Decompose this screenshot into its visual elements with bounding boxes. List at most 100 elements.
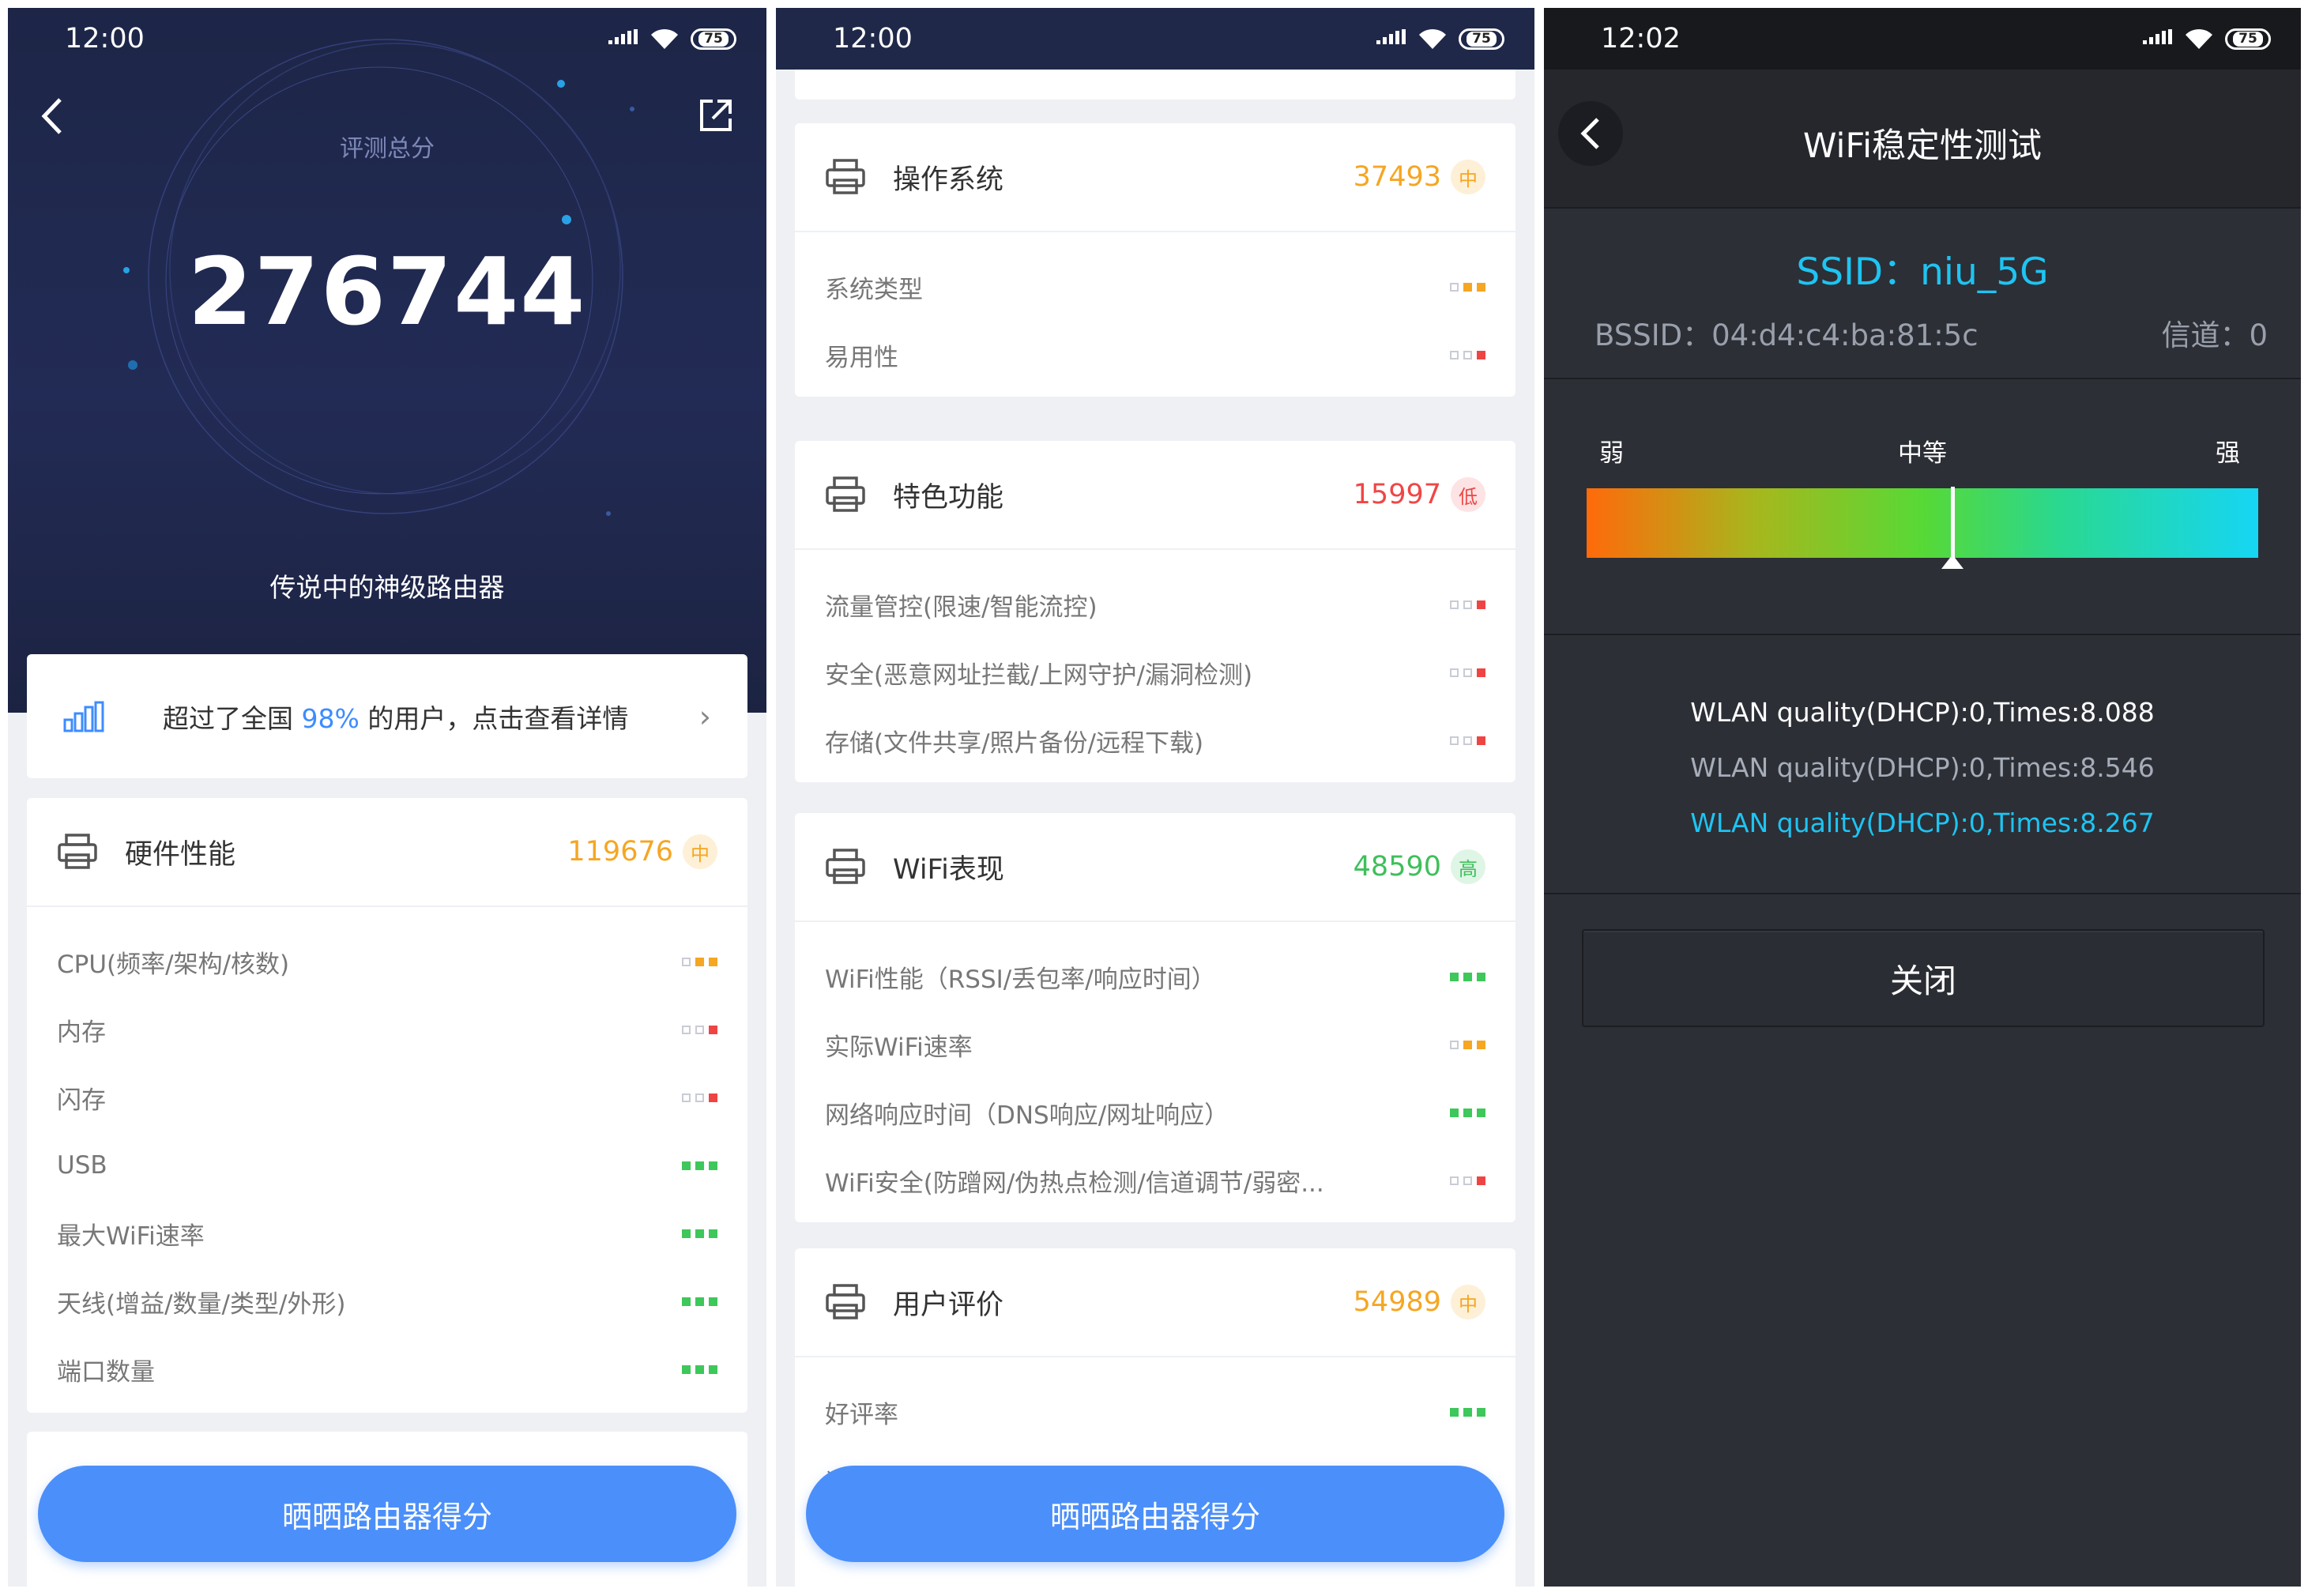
rating-dot [1450,1407,1459,1417]
rating-dots-icon [1450,1407,1485,1417]
list-item[interactable]: 内存 [27,996,747,1063]
rating-dot [1463,1108,1472,1117]
list-item-label: USB [57,1151,107,1180]
list-item-label: 安全(恶意网址拦截/上网守护/漏洞检测) [825,661,1253,690]
rating-dot [682,1161,691,1170]
rating-dot [1463,668,1472,677]
rating-dot [682,1365,691,1374]
rating-dot [1450,1108,1459,1117]
score-title: 传说中的神级路由器 [269,572,505,603]
rating-dots-icon [1450,350,1485,359]
rating-dot [709,1229,717,1238]
rating-dot [1477,668,1485,677]
list-item[interactable]: 网络响应时间（DNS响应/网址响应） [795,1078,1515,1146]
rating-dots-icon [682,1025,717,1034]
rating-dot [1463,736,1472,745]
rating-dots-icon [1450,600,1485,609]
rating-dot [682,1025,691,1034]
battery-icon: 75 [691,28,736,50]
list-item[interactable]: 流量管控(限速/智能流控) [795,570,1515,638]
close-button[interactable]: 关闭 [1582,929,2265,1027]
score-hero: 12:00 75 评测总分 276744 传说中的神级路由器 [8,8,766,713]
rating-dots-icon [682,957,717,966]
signal-icon [1376,29,1406,44]
level-badge: 低 [1451,477,1485,512]
rating-dot [682,1297,691,1306]
previous-card-edge [795,70,1515,100]
router-icon [826,849,865,884]
signal-marker [1951,487,1955,563]
compare-card[interactable]: 超过了全国 98% 的用户，点击查看详情 › [27,654,747,778]
status-time: 12:00 [833,23,913,55]
signal-gauge [1587,487,2258,569]
section-rows: 流量管控(限速/智能流控) 安全(恶意网址拦截/上网守护/漏洞检测) 存储(文件共享… [795,550,1515,774]
list-item[interactable]: 存储(文件共享/照片备份/远程下载) [795,706,1515,774]
rating-dots-icon [1450,972,1485,981]
section-score: 37493 [1353,161,1441,193]
rating-dot [682,957,691,966]
rating-dots-icon [682,1297,717,1306]
section-title: 用户评价 [893,1289,1004,1321]
section-header[interactable]: 操作系统 37493 中 [795,123,1515,232]
list-item[interactable]: 闪存 [27,1063,747,1131]
level-badge: 中 [1451,1285,1485,1319]
section-title: 操作系统 [893,164,1004,196]
rating-dot [709,1025,717,1034]
list-item[interactable]: 系统类型 [795,253,1515,321]
label-strong: 强 [2216,439,2240,468]
section-header[interactable]: 特色功能 15997 低 [795,441,1515,550]
list-item[interactable]: CPU(频率/架构/核数) [27,928,747,996]
list-item-label: 最大WiFi速率 [57,1221,205,1251]
list-item-label: WiFi安全(防蹭网/伪热点检测/信道调节/弱密... [825,1169,1324,1198]
rating-dots-icon [682,1161,717,1170]
rating-dot [1463,350,1472,359]
list-item-label: 好评率 [825,1400,898,1429]
battery-icon: 75 [1459,28,1504,50]
router-icon [826,476,865,512]
list-item[interactable]: 天线(增益/数量/类型/外形) [27,1267,747,1335]
section-header[interactable]: 硬件性能 119676 中 [27,798,747,907]
rating-dot [1463,1040,1472,1049]
rating-dot [1477,972,1485,981]
log-line: WLAN quality(DHCP):0,Times:8.088 [1690,697,2155,728]
section-card: 特色功能 15997 低流量管控(限速/智能流控) 安全(恶意网址拦截/上网守护/漏洞… [795,441,1515,782]
section-card: 操作系统 37493 中系统类型 易用性 [795,123,1515,397]
rating-dots-icon [682,1229,717,1238]
rating-dot [1477,1407,1485,1417]
list-item[interactable]: 最大WiFi速率 [27,1199,747,1267]
status-bar: 12:00 75 [8,8,766,70]
section-header[interactable]: WiFi表现 48590 高 [795,813,1515,922]
section-header[interactable]: 用户评价 54989 中 [795,1248,1515,1357]
rating-dot [1450,600,1459,609]
list-item[interactable]: 安全(恶意网址拦截/上网守护/漏洞检测) [795,638,1515,706]
rating-dot [1450,1176,1459,1185]
rating-dot [1477,1040,1485,1049]
rating-dot [709,1365,717,1374]
wifi-icon [1419,28,1446,49]
list-item-label: 存储(文件共享/照片备份/远程下载) [825,728,1204,758]
list-item[interactable]: USB [27,1131,747,1199]
rating-dot [695,1229,704,1238]
rating-dot [1450,736,1459,745]
level-badge: 中 [1451,160,1485,194]
share-score-button[interactable]: 晒晒路由器得分 [806,1466,1504,1562]
signal-marker-pointer [1941,555,1963,569]
section-score: 119676 [567,836,673,868]
list-item-label: 端口数量 [57,1357,155,1387]
rating-dots-icon [682,1093,717,1102]
list-item[interactable]: 易用性 [795,321,1515,389]
rating-dots-icon [1450,1176,1485,1185]
list-item[interactable]: 端口数量 [27,1335,747,1403]
share-score-button[interactable]: 晒晒路由器得分 [38,1466,736,1562]
rating-dots-icon [1450,1108,1485,1117]
signal-icon [608,29,638,44]
list-item[interactable]: WiFi安全(防蹭网/伪热点检测/信道调节/弱密... [795,1146,1515,1214]
status-bar: 12:02 75 [1544,8,2301,70]
list-item[interactable]: 实际WiFi速率 [795,1011,1515,1078]
detail-screen: 12:00 75 操作系统 37493 中系统类型 易用性 特色功能 15997 低流量管控… [776,8,1534,1587]
rating-dot [1463,600,1472,609]
list-item[interactable]: 好评率 [795,1378,1515,1446]
list-item[interactable]: WiFi性能（RSSI/丢包率/响应时间） [795,943,1515,1011]
section-card: WiFi表现 48590 高 WiFi性能（RSSI/丢包率/响应时间） 实际WiFi速… [795,813,1515,1222]
rating-dots-icon [1450,282,1485,292]
